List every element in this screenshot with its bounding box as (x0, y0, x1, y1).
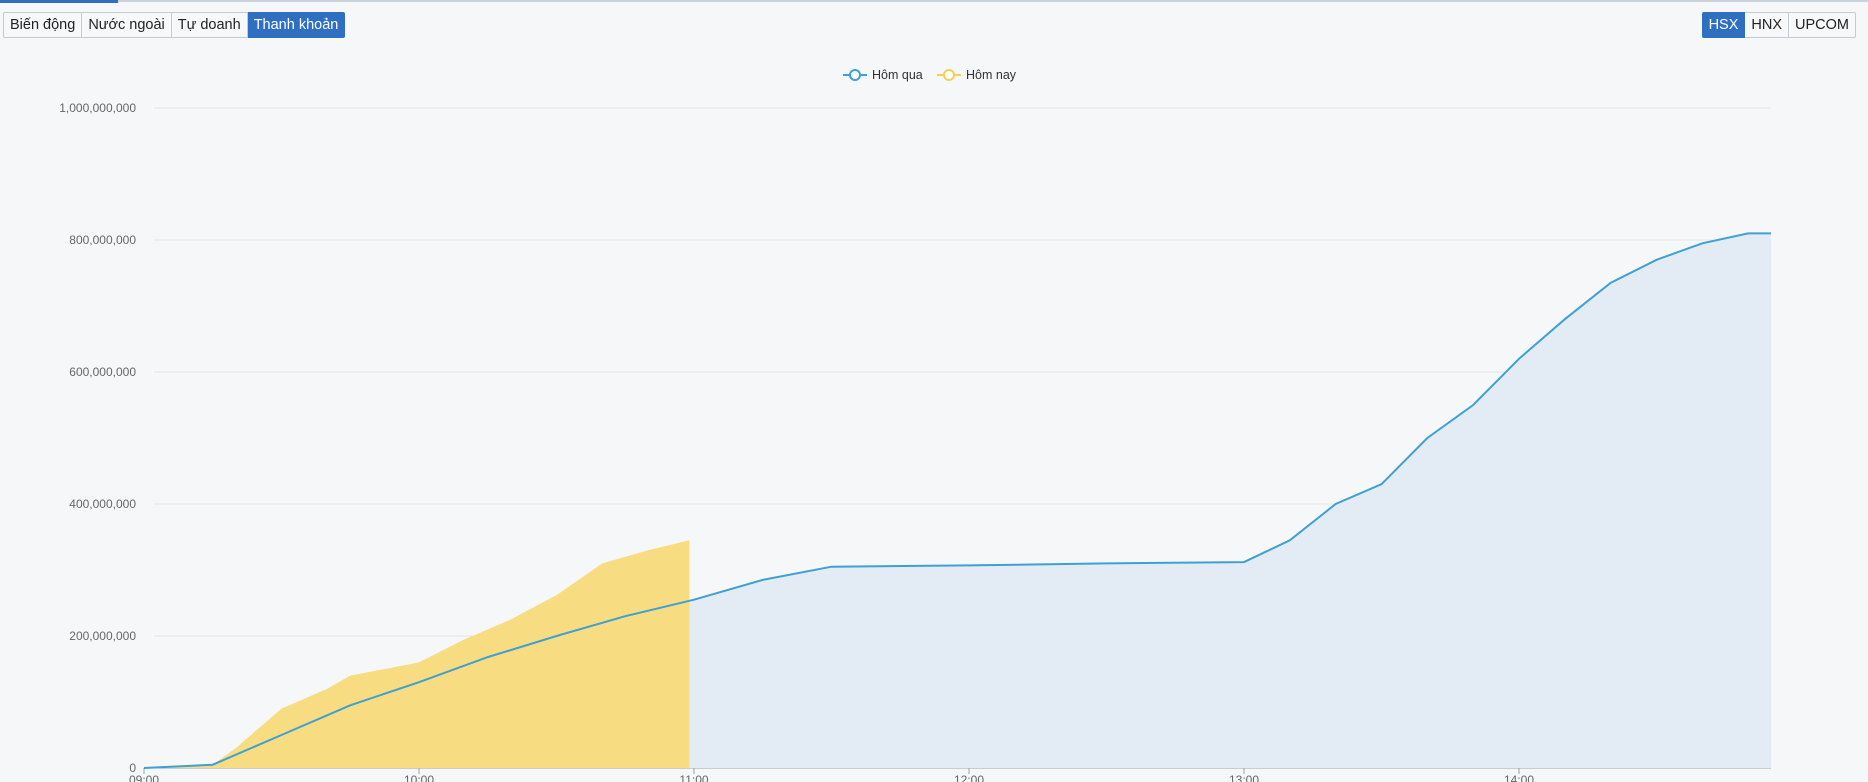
y-tick-label: 200,000,000 (69, 629, 136, 643)
series-hom-nay-area (144, 540, 690, 768)
x-tick-label: 09:00 (129, 773, 159, 782)
y-tick-label: 1,000,000,000 (59, 101, 136, 115)
x-tick-label: 14:00 (1504, 773, 1534, 782)
legend-hom-nay-marker (943, 69, 955, 81)
y-tick-label: 600,000,000 (69, 365, 136, 379)
y-tick-label: 400,000,000 (69, 497, 136, 511)
liquidity-chart: 0200,000,000400,000,000600,000,000800,00… (59, 68, 1772, 782)
x-tick-label: 10:00 (404, 773, 434, 782)
x-tick-label: 11:00 (679, 773, 708, 782)
x-tick-label: 12:00 (954, 773, 984, 782)
y-tick-label: 800,000,000 (69, 233, 136, 247)
legend-hom-qua-label: Hôm qua (872, 68, 923, 82)
legend-hom-nay-label: Hôm nay (966, 68, 1017, 82)
x-tick-label: 13:00 (1229, 773, 1259, 782)
legend-hom-qua-marker (849, 69, 861, 81)
